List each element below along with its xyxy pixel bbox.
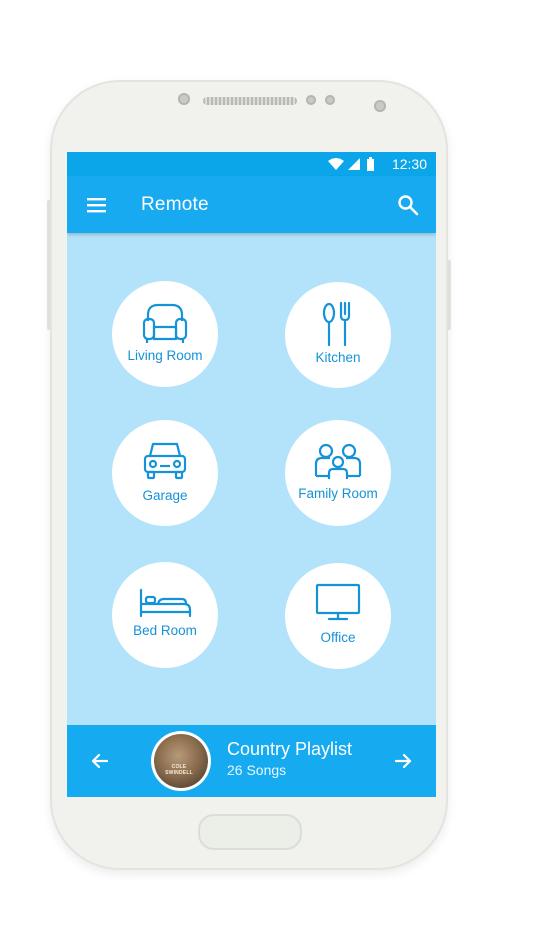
battery-icon [367, 157, 374, 171]
room-garage-button[interactable]: Garage [112, 420, 218, 526]
family-icon [314, 443, 362, 479]
cell-signal-icon [348, 158, 360, 170]
album-cover-image [154, 734, 208, 788]
room-label: Family Room [298, 486, 378, 501]
room-kitchen-button[interactable]: Kitchen [285, 282, 391, 388]
car-icon [143, 442, 187, 480]
playlist-title: Country Playlist [227, 739, 353, 759]
room-label: Office [320, 630, 356, 645]
room-label: Bed Room [133, 623, 197, 638]
room-office-button[interactable]: Office [285, 563, 391, 669]
album-art[interactable]: COLE SWINDELL [151, 731, 211, 791]
room-label: Kitchen [315, 350, 361, 365]
front-camera [374, 100, 386, 112]
sofa-icon [142, 303, 188, 343]
status-icons [328, 157, 374, 171]
wifi-icon [328, 158, 344, 170]
phone-screen: 12:30 Remote Living Room Kitchen Garage … [67, 152, 436, 797]
fork-spoon-icon [322, 301, 351, 347]
monitor-icon [315, 583, 361, 621]
room-label: Garage [142, 488, 188, 503]
earpiece-speaker [203, 97, 297, 105]
app-bar: Remote [67, 176, 436, 233]
page-title: Remote [141, 194, 209, 215]
room-family-room-button[interactable]: Family Room [285, 420, 391, 526]
arrow-left-icon[interactable] [90, 751, 110, 771]
search-icon[interactable] [397, 194, 419, 216]
now-playing-bar: COLE SWINDELL Country Playlist 26 Songs [67, 725, 436, 797]
playlist-song-count: 26 Songs [227, 762, 287, 778]
bed-icon [139, 588, 192, 618]
album-cover-text: COLE SWINDELL [165, 764, 193, 776]
light-sensor [306, 95, 316, 105]
status-bar: 12:30 [67, 152, 436, 176]
status-time: 12:30 [391, 156, 427, 172]
light-sensor-2 [325, 95, 335, 105]
arrow-right-icon[interactable] [393, 751, 413, 771]
proximity-sensor [178, 93, 190, 105]
menu-icon[interactable] [87, 197, 107, 213]
room-bed-room-button[interactable]: Bed Room [112, 562, 218, 668]
room-living-room-button[interactable]: Living Room [112, 281, 218, 387]
home-button[interactable] [198, 814, 302, 850]
room-label: Living Room [127, 348, 203, 363]
